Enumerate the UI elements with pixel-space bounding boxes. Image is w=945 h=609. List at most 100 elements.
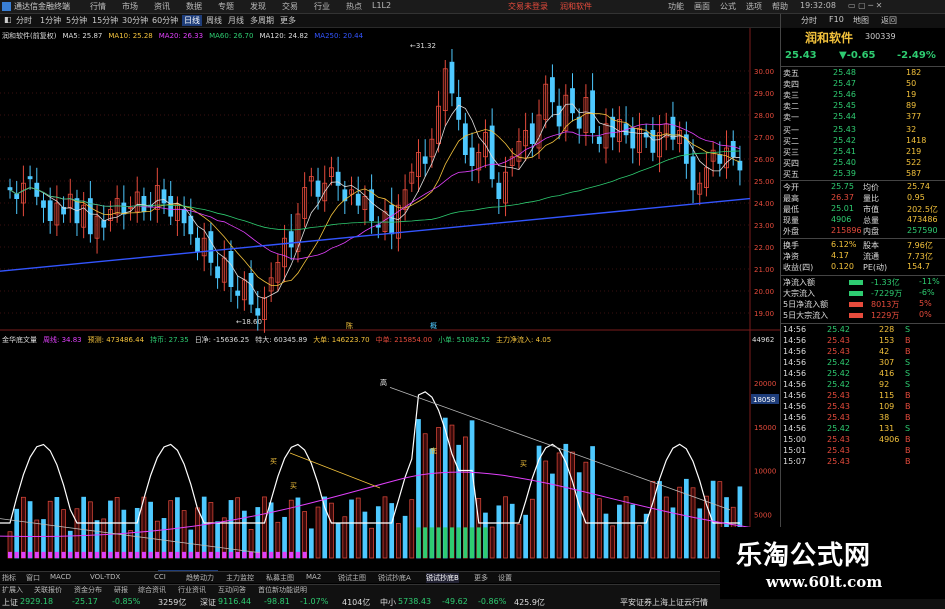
volume-bar <box>335 522 341 559</box>
menu-jiaoyi[interactable]: 交易 <box>282 1 298 12</box>
rp-f10-button[interactable]: F10 <box>829 15 844 24</box>
rp-fenshi-button[interactable]: 分时 <box>801 15 817 26</box>
menu-xuanxiang[interactable]: 选项 <box>746 1 762 12</box>
sz-index-name[interactable]: 深证 <box>200 597 216 608</box>
menu-redian[interactable]: 热点 <box>346 1 362 12</box>
flow-label: 大宗流入 <box>783 289 815 298</box>
menu-gongneng[interactable]: 功能 <box>668 1 684 12</box>
indicator-tab[interactable]: MA2 <box>306 573 321 581</box>
volume-magenta-bar <box>269 551 274 558</box>
candle-body <box>315 180 321 197</box>
menu-hangqing[interactable]: 行情 <box>90 1 106 12</box>
order-book-row[interactable]: 买二 25.42 1418 <box>781 136 945 147</box>
tick-row: 14:56 25.43 115 B <box>781 391 945 402</box>
order-book-row[interactable]: 买一 25.43 32 <box>781 125 945 136</box>
order-book-row[interactable]: 买五 25.39 587 <box>781 169 945 180</box>
tab-15min[interactable]: 15分钟 <box>92 15 118 26</box>
volume-legend-item: 特大: 60345.89 <box>255 336 308 344</box>
tick-price: 25.43 <box>827 457 850 466</box>
indicator-tab[interactable]: 锐试主图 <box>338 573 366 583</box>
menu-gongshi[interactable]: 公式 <box>720 1 736 12</box>
menu-shuju[interactable]: 数据 <box>186 1 202 12</box>
status-link[interactable]: 关联报价 <box>34 585 62 595</box>
indicator-tab[interactable]: 指标 <box>2 573 16 583</box>
volume-bar <box>389 503 395 559</box>
volume-magenta-bar <box>188 551 193 558</box>
menu-hangye[interactable]: 行业 <box>314 1 330 12</box>
tick-volume: 115 <box>879 391 895 400</box>
rp-map-button[interactable]: 地图 <box>853 15 869 26</box>
menu-huamian[interactable]: 画面 <box>694 1 710 12</box>
tab-daily[interactable]: 日线 <box>182 15 202 26</box>
menu-faxian[interactable]: 发现 <box>250 1 266 12</box>
tick-volume: 228 <box>879 325 895 334</box>
menu-l1l2[interactable]: L1L2 <box>372 1 391 10</box>
order-book-volume: 182 <box>906 68 922 77</box>
tick-volume: 92 <box>879 380 890 389</box>
stat-value: 7.73亿 <box>907 252 933 261</box>
capital-flow-row[interactable]: 5日净流入额 8013万 5% <box>781 299 945 310</box>
tab-60min[interactable]: 60分钟 <box>152 15 178 26</box>
indicator-tab[interactable]: VOL-TDX <box>90 573 120 581</box>
capital-flow-row[interactable]: 大宗流入 -7229万 -6% <box>781 288 945 299</box>
order-book-row[interactable]: 卖三 25.46 19 <box>781 90 945 101</box>
tab-fenshi[interactable]: 分时 <box>16 15 32 26</box>
indicator-tab[interactable]: 私募主图 <box>266 573 294 583</box>
zx-index-name[interactable]: 中小 <box>380 597 396 608</box>
indicator-tab[interactable]: 锐试抄底B <box>426 573 459 583</box>
order-book-row[interactable]: 买四 25.40 522 <box>781 158 945 169</box>
menu-zixun[interactable]: 资讯 <box>154 1 170 12</box>
indicator-tab[interactable]: 更多 <box>474 573 488 583</box>
stat-value: 0.120 <box>831 262 854 271</box>
tab-1min[interactable]: 1分钟 <box>40 15 61 26</box>
indicator-tab[interactable]: 设置 <box>498 573 512 583</box>
trade-login-status[interactable]: 交易未登录 <box>508 1 548 12</box>
indicator-tab[interactable]: 锐试抄底A <box>378 573 411 583</box>
indicator-tab[interactable]: 趋势动力 <box>186 573 214 583</box>
menu-bangzhu[interactable]: 帮助 <box>772 1 788 12</box>
indicator-tab[interactable]: CCI <box>154 573 166 581</box>
kline-legend-item: MA120: 24.82 <box>259 32 309 40</box>
tab-5min[interactable]: 5分钟 <box>66 15 87 26</box>
order-book-volume: 19 <box>906 90 917 99</box>
candle-body <box>7 187 13 191</box>
order-book-row[interactable]: 卖五 25.48 182 <box>781 68 945 79</box>
status-link[interactable]: 扩展入 <box>2 585 23 595</box>
tick-row: 14:56 25.43 42 B <box>781 347 945 358</box>
order-book-row[interactable]: 卖二 25.45 89 <box>781 101 945 112</box>
capital-flow-row[interactable]: 5日大宗流入 1229万 0% <box>781 310 945 321</box>
order-book-volume: 1418 <box>906 136 927 145</box>
status-link[interactable]: 研报 <box>114 585 128 595</box>
sidebar-toggle-icon[interactable]: ◧ <box>4 15 12 24</box>
indicator-tab[interactable]: 窗口 <box>26 573 40 583</box>
volume-bar <box>543 460 549 559</box>
tab-weekly[interactable]: 周线 <box>206 15 222 26</box>
volume-bar <box>650 480 656 559</box>
sh-index-name[interactable]: 上证 <box>2 597 18 608</box>
candle-body <box>215 266 220 279</box>
tab-more[interactable]: 更多 <box>280 15 296 26</box>
kline-volume-chart[interactable]: 30.00 29.00 28.00 27.00 26.00 25.00 24.00 23.00… <box>0 28 780 584</box>
order-book-row[interactable]: 卖一 25.44 377 <box>781 112 945 123</box>
tab-multi-period[interactable]: 多周期 <box>250 15 274 26</box>
order-book-row[interactable]: 买三 25.41 219 <box>781 147 945 158</box>
order-book-volume: 522 <box>906 158 922 167</box>
tab-monthly[interactable]: 月线 <box>228 15 244 26</box>
status-link[interactable]: 互动问答 <box>218 585 246 595</box>
capital-flow-row[interactable]: 净流入额 -1.33亿 -11% <box>781 277 945 288</box>
window-controls-icon[interactable]: ▭ ▢ ─ ✕ <box>848 1 882 10</box>
indicator-tab[interactable]: 主力监控 <box>226 573 254 583</box>
status-link[interactable]: 资金分布 <box>74 585 102 595</box>
tab-30min[interactable]: 30分钟 <box>122 15 148 26</box>
candle-body <box>168 195 174 217</box>
status-link[interactable]: 行业资讯 <box>178 585 206 595</box>
menu-zhuanti[interactable]: 专题 <box>218 1 234 12</box>
status-link[interactable]: 综合资讯 <box>138 585 166 595</box>
indicator-tab[interactable]: MACD <box>50 573 71 581</box>
order-book-row[interactable]: 卖四 25.47 50 <box>781 79 945 90</box>
rp-back-button[interactable]: 返回 <box>881 15 897 26</box>
stat-value: 25.01 <box>831 204 854 213</box>
menu-shichang[interactable]: 市场 <box>122 1 138 12</box>
tick-time: 14:56 <box>783 325 807 334</box>
status-link[interactable]: 首位新功能说明 <box>258 585 307 595</box>
